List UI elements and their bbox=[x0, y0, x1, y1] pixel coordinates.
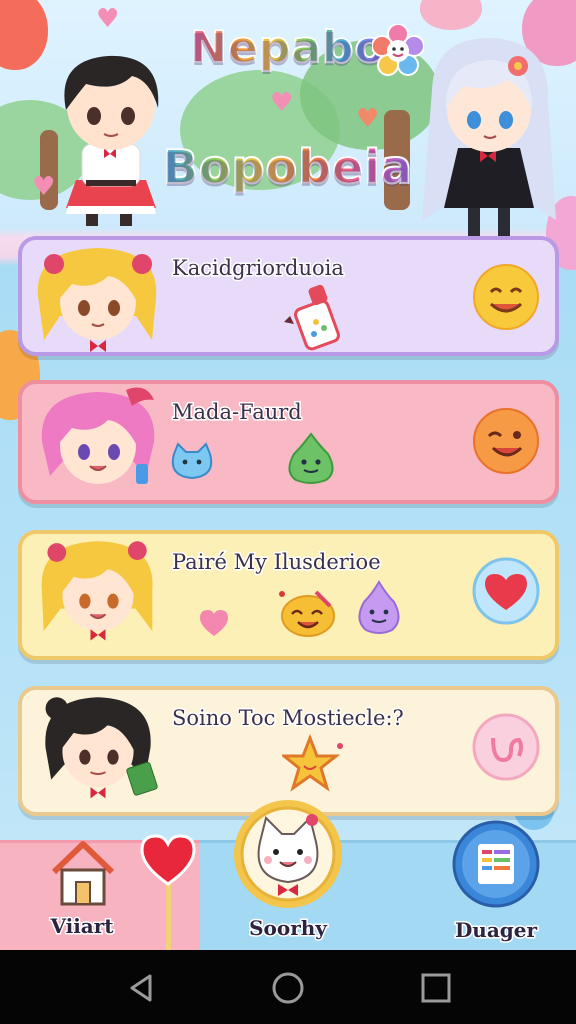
avatar-blonde-twintails bbox=[37, 248, 157, 352]
list-card-1[interactable]: Kacidgriorduoia bbox=[18, 236, 559, 356]
nav-label: Soorhy bbox=[248, 915, 329, 942]
swirl-bubble-icon[interactable] bbox=[471, 712, 541, 782]
document-list-icon bbox=[452, 820, 540, 908]
home-button-icon[interactable] bbox=[270, 970, 306, 1006]
star-icon bbox=[282, 734, 343, 792]
home-icon bbox=[51, 841, 115, 906]
list-card-4[interactable]: Soino Toc Mostiecle:? bbox=[18, 686, 559, 816]
card-label: Mada-Faurd bbox=[171, 399, 304, 426]
smile-bean-icon bbox=[279, 590, 335, 637]
system-navigation-bar bbox=[0, 950, 576, 1024]
nav-item-data[interactable]: Duager bbox=[436, 820, 556, 950]
chibi-character-silver-hair bbox=[422, 38, 556, 236]
chibi-character-dark-hair bbox=[64, 55, 159, 226]
recent-apps-icon[interactable] bbox=[418, 970, 454, 1006]
card-label: Soino Toc Mostiecle:? bbox=[171, 705, 406, 732]
heart-icon bbox=[200, 610, 228, 636]
smiley-face-icon[interactable] bbox=[471, 262, 541, 332]
nav-label: Duager bbox=[453, 917, 538, 944]
heart-bubble-icon[interactable] bbox=[471, 556, 541, 626]
heart-icon: ♥ bbox=[356, 104, 380, 134]
candy-jar-icon bbox=[284, 284, 340, 351]
back-icon[interactable] bbox=[124, 970, 160, 1006]
nav-item-home[interactable]: Viiart bbox=[22, 840, 142, 950]
purple-slime-icon bbox=[358, 580, 400, 634]
heart-lollipop-icon bbox=[140, 834, 196, 950]
avatar-blonde-girl bbox=[41, 541, 153, 641]
avatar-pink-hair bbox=[41, 387, 155, 484]
list-card-3[interactable]: Pairé My Ilusderioe bbox=[18, 530, 559, 660]
heart-icon: ♥ bbox=[270, 88, 294, 118]
green-slime-icon bbox=[288, 432, 334, 484]
title-text: Nepabo bbox=[189, 21, 386, 74]
blue-cat-icon bbox=[171, 442, 213, 480]
list-card-2[interactable]: Mada-Faurd bbox=[18, 380, 559, 504]
card-label: Kacidgriorduoia bbox=[171, 255, 346, 282]
winking-face-icon[interactable] bbox=[471, 406, 541, 476]
nav-item-search[interactable]: Soorhy bbox=[226, 798, 350, 950]
avatar-black-hair bbox=[45, 697, 158, 799]
subtitle-text: Bopobeia bbox=[162, 139, 414, 195]
nav-label: Viiart bbox=[49, 913, 115, 940]
bottom-nav: Viiart Soorhy Duager bbox=[0, 800, 576, 950]
cat-medallion-icon bbox=[234, 800, 342, 908]
card-label: Pairé My Ilusderioe bbox=[171, 549, 383, 576]
